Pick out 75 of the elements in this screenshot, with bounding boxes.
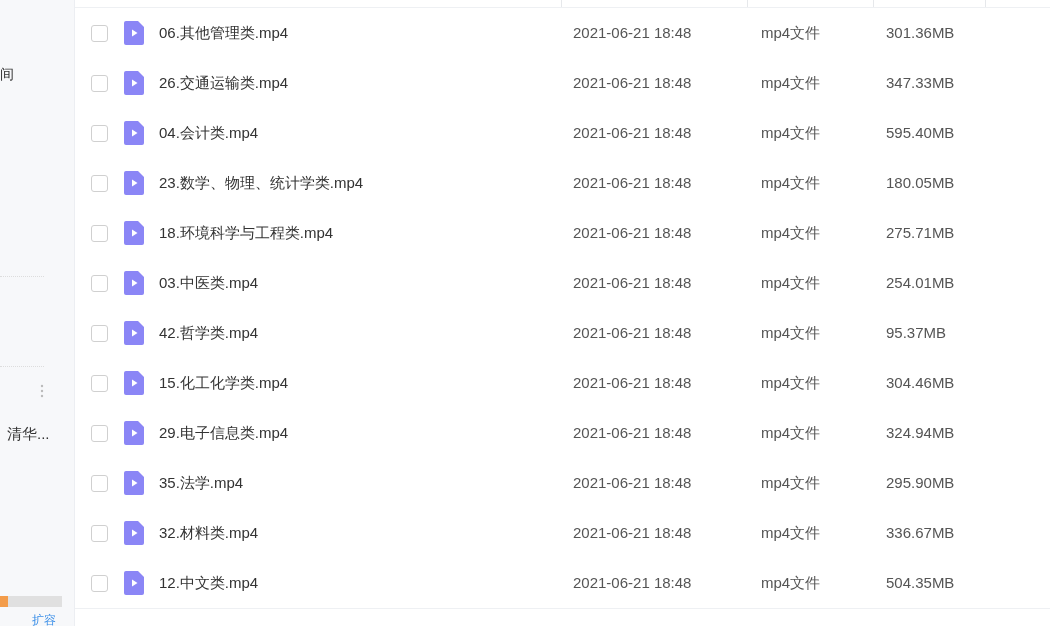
checkbox[interactable]	[91, 24, 108, 42]
modified-date: 2021-06-21 18:48	[573, 473, 693, 494]
file-name[interactable]: 42.哲学类.mp4	[159, 322, 573, 344]
file-type: mp4文件	[761, 523, 822, 544]
video-file-icon	[124, 421, 144, 445]
file-size: 95.37MB	[886, 323, 947, 344]
checkbox[interactable]	[91, 174, 108, 192]
modified-date: 2021-06-21 18:48	[573, 323, 693, 344]
video-file-icon	[124, 271, 144, 295]
checkbox[interactable]	[91, 474, 108, 492]
modified-date: 2021-06-21 18:48	[573, 173, 693, 194]
more-icon[interactable]	[40, 384, 44, 398]
file-type: mp4文件	[761, 23, 822, 44]
file-name[interactable]: 06.其他管理类.mp4	[159, 22, 573, 44]
file-size: 595.40MB	[886, 123, 955, 144]
file-name[interactable]: 04.会计类.mp4	[159, 122, 573, 144]
video-file-icon	[124, 371, 144, 395]
checkbox[interactable]	[91, 524, 108, 542]
modified-date: 2021-06-21 18:48	[573, 573, 693, 594]
sidebar-label: 间	[0, 65, 14, 84]
file-type: mp4文件	[761, 123, 822, 144]
modified-date: 2021-06-21 18:48	[573, 273, 693, 294]
checkbox[interactable]	[91, 424, 108, 442]
file-name[interactable]: 15.化工化学类.mp4	[159, 372, 573, 394]
file-type: mp4文件	[761, 323, 822, 344]
file-name[interactable]: 12.中文类.mp4	[159, 572, 573, 594]
file-type: mp4文件	[761, 73, 822, 94]
file-type: mp4文件	[761, 473, 822, 494]
checkbox[interactable]	[91, 324, 108, 342]
checkbox[interactable]	[91, 74, 108, 92]
modified-date: 2021-06-21 18:48	[573, 123, 693, 144]
video-file-icon	[124, 21, 144, 45]
video-file-icon	[124, 471, 144, 495]
checkbox[interactable]	[91, 274, 108, 292]
file-type: mp4文件	[761, 423, 822, 444]
modified-date: 2021-06-21 18:48	[573, 73, 693, 94]
file-size: 180.05MB	[886, 173, 955, 194]
file-name[interactable]: 23.数学、物理、统计学类.mp4	[159, 172, 573, 194]
video-file-icon	[124, 171, 144, 195]
file-size: 324.94MB	[886, 423, 955, 444]
modified-date: 2021-06-21 18:48	[573, 223, 693, 244]
file-name[interactable]: 26.交通运输类.mp4	[159, 72, 573, 94]
file-size: 254.01MB	[886, 273, 955, 294]
modified-date: 2021-06-21 18:48	[573, 423, 693, 444]
video-file-icon	[124, 521, 144, 545]
checkbox[interactable]	[91, 124, 108, 142]
file-name[interactable]: 03.中医类.mp4	[159, 272, 573, 294]
file-size: 347.33MB	[886, 73, 955, 94]
file-size: 304.46MB	[886, 373, 955, 394]
modified-date: 2021-06-21 18:48	[573, 523, 693, 544]
file-size: 336.67MB	[886, 523, 955, 544]
video-file-icon	[124, 321, 144, 345]
video-file-icon	[124, 121, 144, 145]
file-size: 275.71MB	[886, 223, 955, 244]
video-file-icon	[124, 571, 144, 595]
file-type: mp4文件	[761, 273, 822, 294]
file-type: mp4文件	[761, 223, 822, 244]
modified-date: 2021-06-21 18:48	[573, 23, 693, 44]
checkbox[interactable]	[91, 224, 108, 242]
file-type: mp4文件	[761, 173, 822, 194]
file-size: 504.35MB	[886, 573, 955, 594]
file-size: 295.90MB	[886, 473, 955, 494]
video-file-icon	[124, 71, 144, 95]
folder-label[interactable]: 清华...	[7, 423, 50, 446]
video-file-icon	[124, 221, 144, 245]
file-name[interactable]: 18.环境科学与工程类.mp4	[159, 222, 573, 244]
checkbox[interactable]	[91, 374, 108, 392]
file-size: 301.36MB	[886, 23, 955, 44]
file-type: mp4文件	[761, 373, 822, 394]
checkbox[interactable]	[91, 574, 108, 592]
file-name[interactable]: 35.法学.mp4	[159, 472, 573, 494]
file-name[interactable]: 29.电子信息类.mp4	[159, 422, 573, 444]
file-type: mp4文件	[761, 573, 822, 594]
modified-date: 2021-06-21 18:48	[573, 373, 693, 394]
file-name[interactable]: 32.材料类.mp4	[159, 522, 573, 544]
